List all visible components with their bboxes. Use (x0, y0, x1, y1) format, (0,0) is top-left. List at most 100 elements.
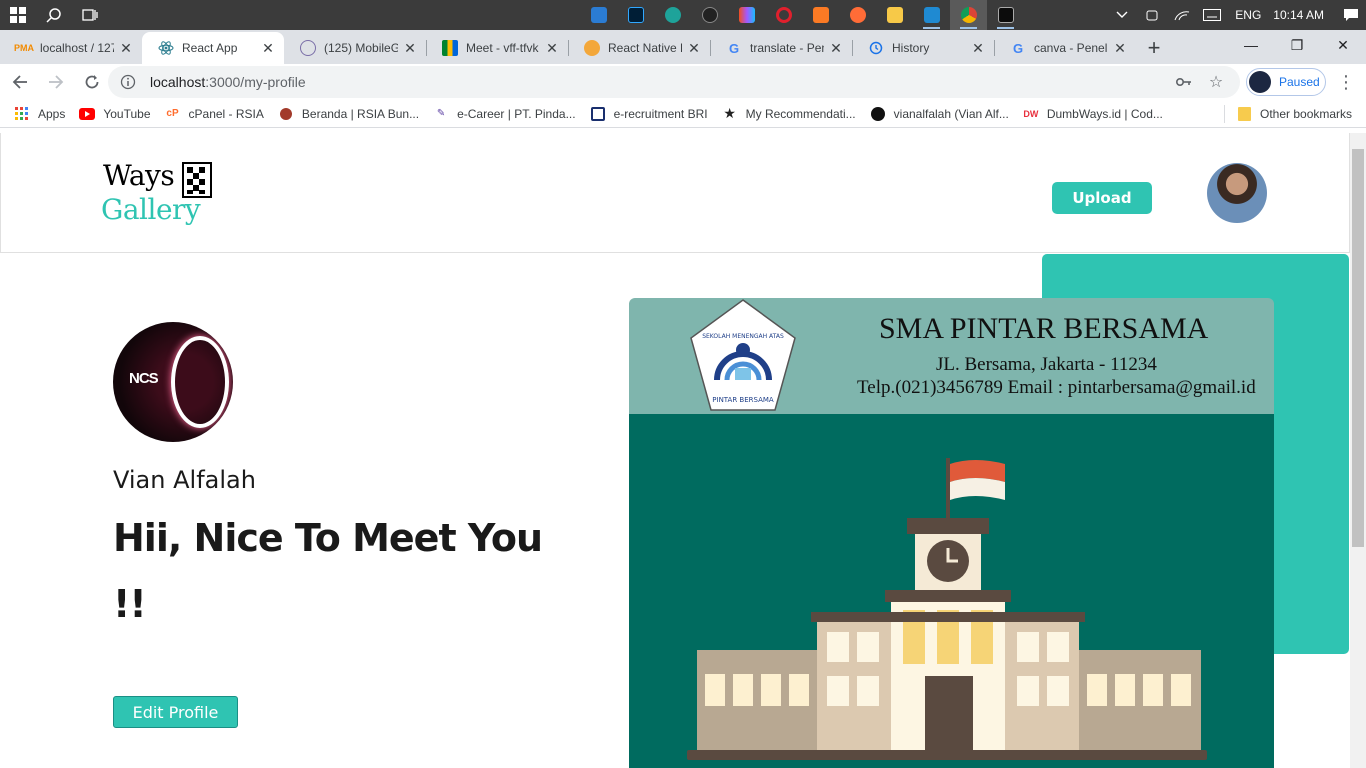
ways-gallery-logo[interactable]: Ways Gallery (101, 159, 217, 229)
bookmark-apps[interactable]: Apps (14, 106, 65, 122)
bookmark-youtube[interactable]: YouTube (79, 106, 151, 122)
address-bar[interactable]: localhost:3000/my-profile ☆ (108, 66, 1240, 98)
cpanel-icon: cP (166, 108, 179, 119)
chevron-up-icon[interactable] (1107, 0, 1137, 30)
edit-profile-button[interactable]: Edit Profile (113, 696, 238, 728)
bookmark-label: My Recommendati... (745, 106, 856, 121)
terminal-app-icon[interactable] (691, 0, 728, 30)
close-icon[interactable]: ✕ (1112, 40, 1128, 56)
tab-mobileg[interactable]: (125) MobileG ✕ (284, 32, 426, 64)
taskbar-left (0, 0, 108, 30)
bookmark-label: vianalfalah (Vian Alf... (893, 106, 1009, 121)
bookmark-label: Apps (38, 106, 66, 121)
figma-icon[interactable] (728, 0, 765, 30)
url-text[interactable]: localhost:3000/my-profile (150, 74, 306, 90)
tab-react-app[interactable]: React App ✕ (142, 32, 284, 64)
other-bookmarks-label: Other bookmarks (1260, 107, 1353, 121)
menu-kebab-icon[interactable]: ⋮ (1334, 66, 1358, 98)
close-icon[interactable]: ✕ (260, 40, 276, 56)
edge-icon[interactable] (654, 0, 691, 30)
pma-icon: PMA (14, 43, 34, 53)
task-view-icon[interactable] (72, 0, 108, 30)
postman-icon[interactable] (839, 0, 876, 30)
windows-start-icon[interactable] (0, 0, 36, 30)
site-info-icon[interactable] (118, 72, 138, 92)
tab-title: React Native D (608, 41, 682, 55)
photoshop-icon[interactable] (617, 0, 654, 30)
restore-icon[interactable]: ❐ (1274, 30, 1320, 60)
profile-paused-button[interactable]: Paused (1246, 68, 1326, 96)
file-explorer-icon[interactable] (876, 0, 913, 30)
logo-text-bottom: Gallery (101, 193, 201, 226)
bookmark-recommendations[interactable]: ★ My Recommendati... (722, 105, 856, 122)
wifi-icon[interactable] (1167, 0, 1197, 30)
emblem-arc-text: SEKOLAH MENENGAH ATAS (702, 333, 784, 340)
scrollbar-thumb[interactable] (1352, 149, 1364, 547)
tab-history[interactable]: History ✕ (852, 32, 994, 64)
chrome-icon[interactable] (950, 0, 987, 30)
address-bar-actions: ☆ (1168, 66, 1232, 98)
back-arrow-icon[interactable] (4, 66, 36, 98)
minimize-icon[interactable]: — (1228, 30, 1274, 60)
profile-avatar-icon (1249, 71, 1271, 93)
close-icon[interactable]: ✕ (970, 40, 986, 56)
school-building-illustration (687, 458, 1207, 760)
profile-greeting: Hii, Nice To Meet You !! (113, 516, 543, 626)
google-icon: G (1012, 40, 1024, 56)
reload-icon[interactable] (76, 66, 108, 98)
user-avatar[interactable] (1207, 163, 1267, 223)
history-icon (868, 40, 884, 56)
language-indicator[interactable]: ENG (1227, 8, 1269, 22)
window-controls: — ❐ ✕ (1228, 30, 1366, 60)
other-bookmarks[interactable]: Other bookmarks (1236, 100, 1352, 128)
page-scrollbar[interactable] (1350, 133, 1366, 768)
bookmark-github[interactable]: vianalfalah (Vian Alf... (870, 106, 1009, 122)
meet-now-icon[interactable] (1137, 0, 1167, 30)
close-icon[interactable]: ✕ (118, 40, 134, 56)
bookmark-ecareer[interactable]: ✎ e-Career | PT. Pinda... (433, 106, 576, 122)
windows-taskbar: ENG 10:14 AM (0, 0, 1366, 30)
close-icon[interactable]: ✕ (686, 40, 702, 56)
vscode-icon[interactable] (913, 0, 950, 30)
tab-title: translate - Pen (750, 41, 824, 55)
keyboard-icon[interactable] (1197, 0, 1227, 30)
bookmark-cpanel[interactable]: cP cPanel - RSIA (165, 106, 264, 122)
xampp-icon[interactable] (802, 0, 839, 30)
upload-button[interactable]: Upload (1052, 182, 1152, 214)
tab-title: localhost / 127 (40, 41, 114, 55)
dumbways-icon: DW (1023, 108, 1039, 119)
featured-artwork[interactable]: SEKOLAH MENENGAH ATAS PINTAR BERSAMA SMA… (629, 298, 1274, 768)
clock[interactable]: 10:14 AM (1269, 8, 1336, 22)
bookmark-dumbways[interactable]: DW DumbWays.id | Cod... (1023, 106, 1163, 122)
mail-icon[interactable] (580, 0, 617, 30)
ecareer-icon: ✎ (436, 108, 446, 119)
school-emblem-icon: SEKOLAH MENENGAH ATAS PINTAR BERSAMA (689, 298, 797, 414)
tab-canva[interactable]: G canva - Penelu ✕ (994, 32, 1136, 64)
search-icon[interactable] (36, 0, 72, 30)
new-tab-button[interactable]: + (1136, 32, 1172, 64)
react-icon (158, 40, 174, 56)
system-tray: ENG 10:14 AM (1107, 0, 1366, 30)
bookmark-bri[interactable]: e-recruitment BRI (590, 106, 708, 122)
forward-arrow-icon[interactable] (40, 66, 72, 98)
tab-meet[interactable]: Meet - vff-tfvk ✕ (426, 32, 568, 64)
tab-title: React App (182, 41, 238, 55)
tab-react-native[interactable]: React Native D ✕ (568, 32, 710, 64)
close-icon[interactable]: ✕ (544, 40, 560, 56)
close-window-icon[interactable]: ✕ (1320, 30, 1366, 60)
tab-title: History (892, 41, 930, 55)
tab-localhost[interactable]: PMA localhost / 127 ✕ (0, 32, 142, 64)
bookmark-rsia[interactable]: Beranda | RSIA Bun... (278, 106, 419, 122)
bookmark-star-icon[interactable]: ☆ (1200, 66, 1232, 98)
tab-translate[interactable]: G translate - Pen ✕ (710, 32, 852, 64)
opera-icon[interactable] (765, 0, 802, 30)
close-icon[interactable]: ✕ (828, 40, 844, 56)
key-icon[interactable] (1168, 66, 1200, 98)
bookmarks-divider (1224, 105, 1225, 123)
tab-title: (125) MobileG (324, 41, 398, 55)
close-icon[interactable]: ✕ (402, 40, 418, 56)
bookmark-label: e-recruitment BRI (613, 106, 708, 121)
notifications-icon[interactable] (1336, 0, 1366, 30)
folder-icon (1236, 106, 1252, 122)
cmd-icon[interactable] (987, 0, 1024, 30)
